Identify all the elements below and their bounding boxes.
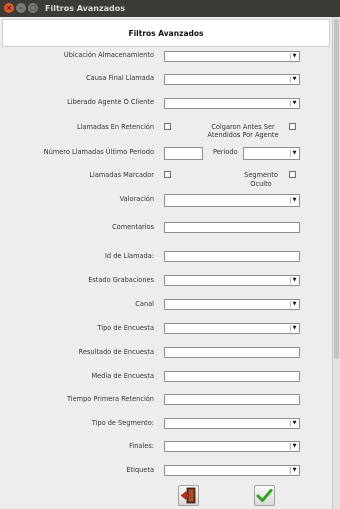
causa-final-select[interactable]: ▼ (164, 74, 300, 85)
chevron-down-icon: ▼ (290, 53, 298, 60)
chevron-down-icon: ▼ (290, 277, 298, 284)
tipo-segmento-select[interactable]: ▼ (164, 418, 300, 429)
exit-door-icon (180, 487, 196, 504)
periodo-label: Periodo (213, 148, 238, 156)
id-llamada-input[interactable] (164, 251, 300, 262)
form-header: Filtros Avanzados (2, 19, 330, 47)
canal-label: Canal (135, 300, 154, 308)
etiqueta-select[interactable]: ▼ (164, 465, 300, 476)
ubicacion-select[interactable]: ▼ (164, 51, 300, 62)
causa-final-label: Causa Final Llamada (86, 74, 154, 82)
llamadas-retencion-checkbox[interactable] (164, 123, 171, 130)
valoracion-select[interactable]: ▼ (164, 194, 300, 207)
green-check-icon (256, 489, 273, 502)
colgaron-checkbox[interactable] (289, 123, 296, 130)
finales-select[interactable]: ▼ (164, 441, 300, 452)
chevron-down-icon: ▼ (290, 443, 298, 450)
numero-llamadas-label: Número Llamadas Último Periodo (43, 148, 154, 156)
valoracion-label: Valoración (119, 195, 154, 203)
numero-llamadas-input[interactable] (164, 147, 203, 160)
canal-select[interactable]: ▼ (164, 299, 300, 310)
chevron-down-icon: ▼ (290, 150, 298, 157)
comentarios-label: Comentarios (112, 223, 154, 231)
window-title: Filtros Avanzados (45, 4, 126, 13)
tiempo-primera-retencion-label: Tiempo Primera Retención (66, 395, 154, 403)
chevron-down-icon: ▼ (290, 197, 298, 204)
liberado-select[interactable]: ▼ (164, 98, 300, 109)
form-panel: Filtros Avanzados Ubicación Almacenamien… (0, 17, 332, 509)
periodo-select[interactable]: ▼ (243, 147, 300, 160)
segmento-oculto-label-line1: Segmento (244, 171, 278, 179)
media-encuesta-label: Media de Encuesta (91, 372, 154, 380)
segmento-oculto-label-line2: Oculto (250, 180, 272, 188)
estado-grabaciones-label: Estado Grabaciones (88, 276, 154, 284)
segmento-oculto-label: Segmento Oculto (241, 171, 281, 189)
tipo-segmento-label: Tipo de Segmento: (91, 419, 154, 427)
etiqueta-label: Etiqueta (126, 466, 154, 474)
estado-grabaciones-select[interactable]: ▼ (164, 275, 300, 286)
segmento-oculto-checkbox[interactable] (289, 171, 296, 178)
close-window-button[interactable]: × (4, 3, 14, 13)
chevron-down-icon: ▼ (290, 301, 298, 308)
chevron-down-icon: ▼ (290, 467, 298, 474)
chevron-down-icon: ▼ (290, 76, 298, 83)
llamadas-marcador-label: Llamadas Marcador (89, 171, 154, 179)
liberado-label: Liberado Agente O Cliente (67, 98, 154, 106)
exit-button[interactable] (178, 485, 199, 506)
page-title: Filtros Avanzados (128, 29, 204, 38)
accept-button[interactable] (254, 485, 275, 506)
llamadas-retencion-label: Llamadas En Retención (76, 123, 154, 131)
colgaron-label: Colgaron Antes Ser Atendidos Por Agente (202, 123, 284, 140)
finales-label: Finales: (129, 442, 154, 450)
ubicacion-label: Ubicación Almacenamiento (63, 51, 154, 59)
scrollbar-thumb[interactable] (334, 19, 339, 359)
id-llamada-label: Id de Llamada: (104, 252, 154, 260)
tipo-encuesta-label: Tipo de Encuesta (97, 324, 154, 332)
colgaron-label-line2: Atendidos Por Agente (207, 131, 279, 139)
comentarios-input[interactable] (164, 222, 300, 233)
llamadas-marcador-checkbox[interactable] (164, 171, 171, 178)
tipo-encuesta-select[interactable]: ▼ (164, 323, 300, 334)
chevron-down-icon: ▼ (290, 325, 298, 332)
tiempo-primera-retencion-input[interactable] (164, 394, 300, 405)
chevron-down-icon: ▼ (290, 100, 298, 107)
vertical-scrollbar[interactable] (332, 17, 340, 509)
chevron-down-icon: ▼ (290, 420, 298, 427)
window-titlebar: × – □ Filtros Avanzados (0, 0, 340, 17)
media-encuesta-input[interactable] (164, 371, 300, 382)
maximize-window-button[interactable]: □ (28, 3, 38, 13)
resultado-encuesta-label: Resultado de Encuesta (78, 348, 154, 356)
resultado-encuesta-input[interactable] (164, 347, 300, 358)
minimize-window-button[interactable]: – (16, 3, 26, 13)
